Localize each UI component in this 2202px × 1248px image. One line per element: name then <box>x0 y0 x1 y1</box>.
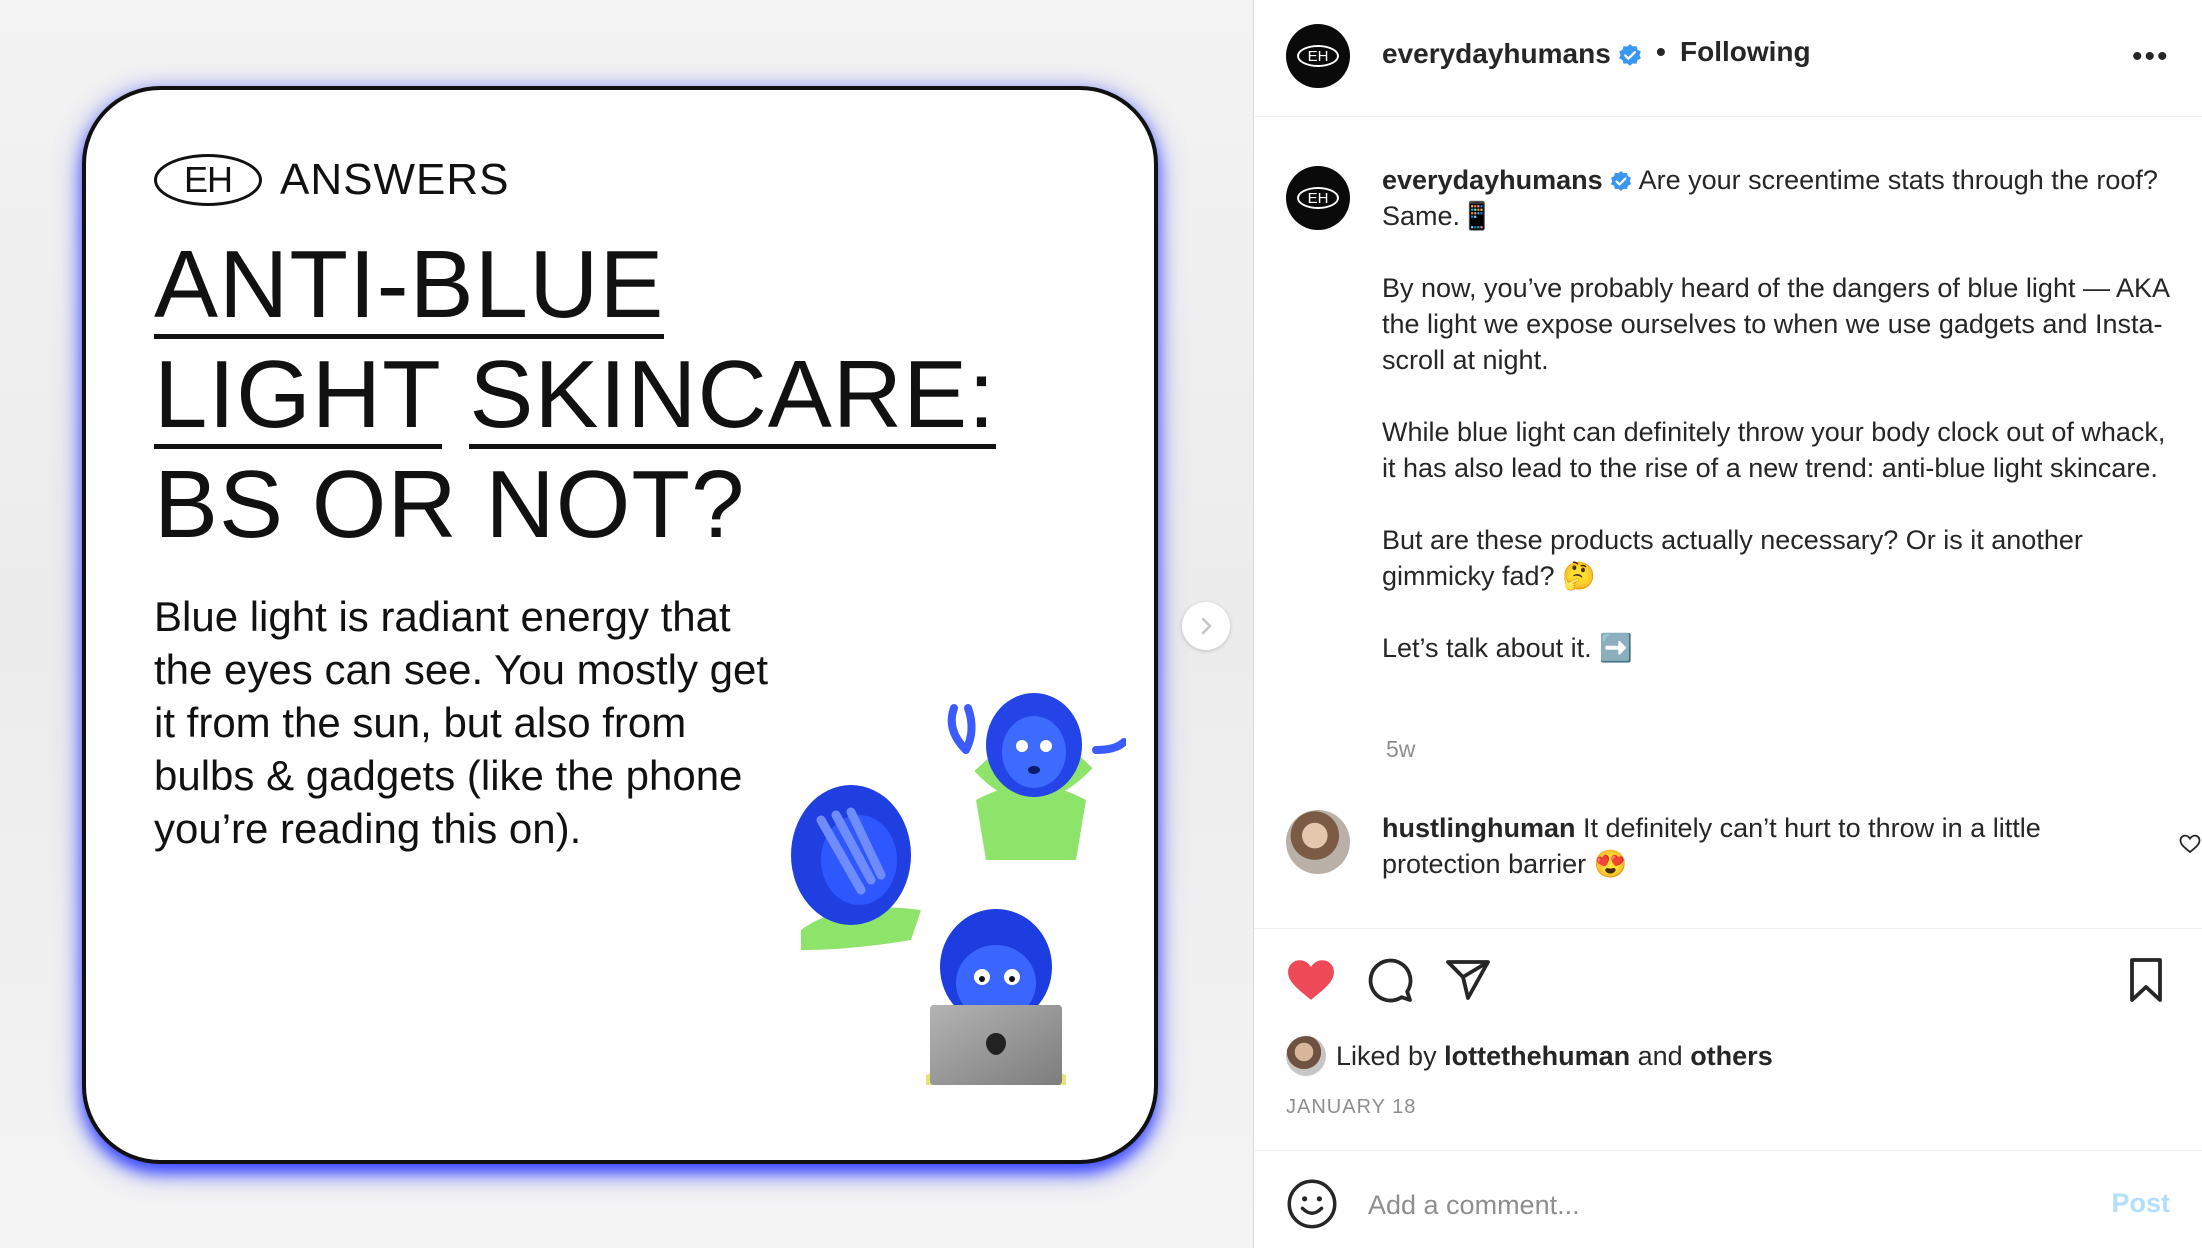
caption-avatar-logo: EH <box>1297 187 1339 209</box>
caption-username[interactable]: everydayhumans <box>1382 165 1603 195</box>
card-title-line-2b: SKINCARE: <box>469 341 996 449</box>
post-actions <box>1286 956 2170 1004</box>
card-brand-label: ANSWERS <box>280 155 510 204</box>
more-options-icon[interactable]: ••• <box>2132 40 2170 74</box>
add-comment-divider <box>1254 1150 2202 1151</box>
likes-others-link[interactable]: others <box>1690 1041 1773 1072</box>
share-icon[interactable] <box>1444 956 1492 1004</box>
post-header: EH everydayhumans • Following ••• <box>1254 0 2202 117</box>
bookmark-icon[interactable] <box>2122 956 2170 1004</box>
caption-paragraph-4: But are these products actually necessar… <box>1382 525 2083 591</box>
card-brand: EH ANSWERS <box>154 154 509 206</box>
laptop-illustration <box>926 909 1066 1085</box>
chevron-right-icon <box>1201 617 1212 635</box>
add-comment-bar: Post <box>1286 1178 2170 1230</box>
post-date[interactable]: JANUARY 18 <box>1286 1096 1416 1119</box>
smile-icon[interactable] <box>1286 1178 1338 1230</box>
likes-summary: Liked by lottethehuman and others <box>1286 1036 1773 1076</box>
author-username[interactable]: everydayhumans <box>1382 38 1611 69</box>
add-comment-input[interactable] <box>1366 1182 2070 1228</box>
commenter-username[interactable]: hustlinghuman <box>1382 813 1575 843</box>
author-avatar-logo: EH <box>1297 45 1339 67</box>
card-title-line-3: BS OR NOT? <box>154 451 746 558</box>
caption-time-ago[interactable]: 5w <box>1386 736 1415 763</box>
post-comment-button[interactable]: Post <box>2111 1188 2170 1219</box>
caption-paragraph-5: Let’s talk about it. ➡️ <box>1382 633 1633 663</box>
commenter-avatar[interactable] <box>1286 810 1350 874</box>
post-image-card: EH ANSWERS ANTI-BLUE LIGHT SKINCARE: BS … <box>82 86 1158 1164</box>
liker-username[interactable]: lottethehuman <box>1444 1041 1630 1072</box>
caption-paragraph-2: By now, you’ve probably heard of the dan… <box>1382 273 2169 375</box>
comment-icon[interactable] <box>1366 956 1414 1004</box>
post-sidebar: EH everydayhumans • Following ••• EH eve… <box>1254 0 2202 1248</box>
verified-badge-icon <box>1618 43 1641 66</box>
card-title-line-2a: LIGHT <box>154 341 442 449</box>
verified-badge-icon <box>1610 170 1631 191</box>
heart-filled-icon[interactable] <box>1286 956 1336 1002</box>
card-title-line-1: ANTI-BLUE <box>154 231 665 339</box>
card-title: ANTI-BLUE LIGHT SKINCARE: BS OR NOT? <box>154 230 996 560</box>
eh-logo: EH <box>154 154 262 206</box>
caption-paragraph-3: While blue light can definitely throw yo… <box>1382 417 2166 483</box>
actions-divider <box>1254 928 2202 929</box>
author-avatar[interactable]: EH <box>1286 24 1350 88</box>
liker-avatar[interactable] <box>1286 1036 1326 1076</box>
caption-text: everydayhumans Are your screentime stats … <box>1382 162 2172 702</box>
shrug-illustration <box>947 693 1126 860</box>
post-media: EH ANSWERS ANTI-BLUE LIGHT SKINCARE: BS … <box>0 0 1253 1248</box>
likes-prefix: Liked by <box>1336 1040 1437 1071</box>
card-body-text: Blue light is radiant energy that the ey… <box>154 593 769 852</box>
heart-outline-icon[interactable] <box>2178 832 2202 856</box>
likes-and: and <box>1637 1040 1683 1071</box>
caption-author-avatar[interactable]: EH <box>1286 166 1350 230</box>
next-image-button[interactable] <box>1182 602 1230 650</box>
following-button[interactable]: Following <box>1680 36 1811 68</box>
header-separator: • <box>1656 36 1666 67</box>
